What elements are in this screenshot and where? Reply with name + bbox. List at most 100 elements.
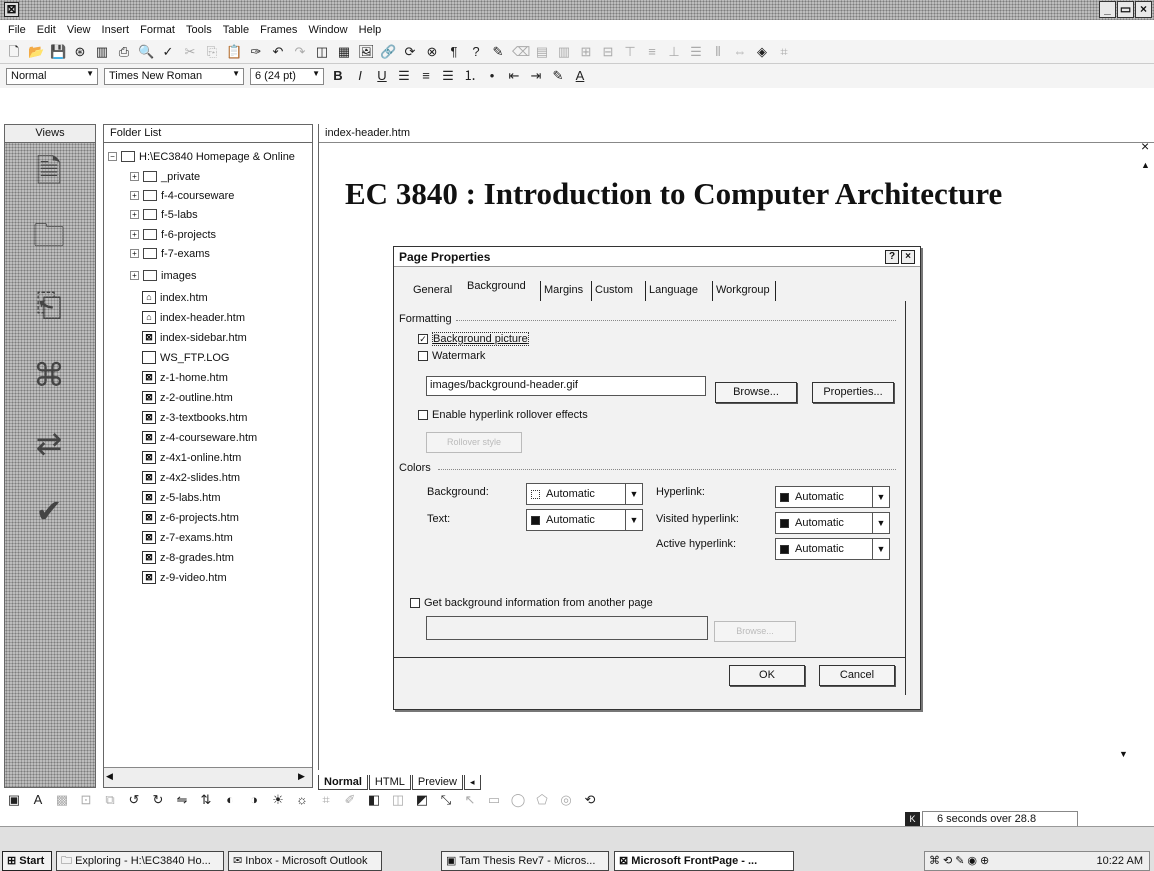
new-page-icon[interactable]: 🗋 (6, 44, 22, 60)
menu-edit[interactable]: Edit (33, 20, 60, 36)
expand-icon[interactable]: + (130, 249, 139, 258)
task-exploring[interactable]: 🗀 Exploring - H:\EC3840 Ho... (56, 851, 224, 871)
fill-color-icon[interactable]: ◈ (754, 44, 770, 60)
refresh-icon[interactable]: ⟳ (402, 44, 418, 60)
italic-icon[interactable]: I (352, 68, 368, 84)
align-bottom-icon[interactable]: ⊥ (666, 44, 682, 60)
page-heading[interactable]: EC 3840 : Introduction to Computer Archi… (345, 176, 1002, 212)
rollover-style-button[interactable]: Rollover style (426, 432, 522, 453)
cancel-button[interactable]: Cancel (819, 665, 895, 686)
close-dialog-button[interactable]: × (901, 250, 915, 264)
spelling-icon[interactable]: ✓ (160, 44, 176, 60)
tree-folder[interactable]: + f-6-projects (130, 225, 216, 244)
print-icon[interactable]: ⎙ (116, 44, 132, 60)
expand-icon[interactable]: + (130, 230, 139, 239)
menu-format[interactable]: Format (136, 20, 179, 36)
maximize-button[interactable]: ▭ (1117, 1, 1134, 18)
watermark-checkbox[interactable]: Watermark (418, 350, 485, 362)
expand-icon[interactable]: + (130, 210, 139, 219)
expand-icon[interactable]: + (130, 191, 139, 200)
contrast-up-icon[interactable]: ◐ (222, 792, 238, 808)
merge-cells-icon[interactable]: ⊞ (578, 44, 594, 60)
rollover-checkbox[interactable]: Enable hyperlink rollover effects (418, 409, 588, 421)
folders-view-icon[interactable]: 🗀 (29, 215, 69, 255)
page-view-icon[interactable]: 🗎 (29, 151, 69, 191)
eraser-icon[interactable]: ⌫ (512, 44, 530, 60)
transparent-icon[interactable]: ✐ (342, 792, 358, 808)
expand-icon[interactable]: + (130, 271, 139, 280)
help-button[interactable]: ? (885, 250, 899, 264)
distribute-rows-icon[interactable]: ☰ (688, 44, 704, 60)
tree-folder[interactable]: + f-7-exams (130, 244, 210, 263)
position-icon[interactable]: ⊡ (78, 792, 94, 808)
background-picture-checkbox[interactable]: ✓ Background picture (418, 332, 529, 346)
style-select[interactable]: Normal ▼ (6, 67, 98, 85)
undo-icon[interactable]: ↶ (270, 44, 286, 60)
navigation-view-icon[interactable]: ⌘ (29, 355, 69, 395)
crop-icon[interactable]: ⌗ (318, 792, 334, 808)
highlight-icon[interactable]: ✎ (550, 68, 566, 84)
brightness-up-icon[interactable]: ☀ (270, 792, 286, 808)
visited-hyperlink-color-select[interactable]: Automatic ▼ (775, 512, 890, 534)
tree-file[interactable]: ⊠ z-4x2-slides.htm (142, 468, 240, 487)
tab-workgroup[interactable]: Workgroup (712, 281, 776, 301)
tree-file[interactable]: ⊠ z-2-outline.htm (142, 388, 233, 407)
clock[interactable]: 10:22 AM (1097, 852, 1143, 870)
align-middle-icon[interactable]: ≡ (644, 44, 660, 60)
menu-frames[interactable]: Frames (256, 20, 301, 36)
reports-view-icon[interactable]: ⎗ (29, 285, 69, 325)
tab-margins[interactable]: Margins (540, 281, 586, 301)
collapse-icon[interactable]: − (108, 152, 117, 161)
tray-icons[interactable]: ⌘⟲✎◉⊕ (929, 855, 992, 867)
menu-tools[interactable]: Tools (182, 20, 216, 36)
tab-preview[interactable]: Preview (411, 775, 463, 790)
tree-file[interactable]: ⊠ z-6-projects.htm (142, 508, 239, 527)
table-row-icon[interactable]: ▤ (534, 44, 550, 60)
active-hyperlink-color-select[interactable]: Automatic ▼ (775, 538, 890, 560)
pencil-icon[interactable]: ✎ (490, 44, 506, 60)
properties-button[interactable]: Properties... (812, 382, 894, 403)
flip-horizontal-icon[interactable]: ⇋ (174, 792, 190, 808)
underline-icon[interactable]: U (374, 68, 390, 84)
menu-help[interactable]: Help (355, 20, 386, 36)
redo-icon[interactable]: ↷ (292, 44, 308, 60)
close-document-icon[interactable]: × (1141, 138, 1149, 154)
paste-icon[interactable]: 📋 (226, 44, 242, 60)
tree-file[interactable]: ⊠ z-8-grades.htm (142, 548, 234, 567)
editor-tab[interactable]: index-header.htm (319, 124, 1154, 143)
picture-icon[interactable]: ▣ (6, 792, 22, 808)
hyperlinks-view-icon[interactable]: ⇄ (29, 423, 69, 463)
black-white-icon[interactable]: ◧ (366, 792, 382, 808)
scroll-down-icon[interactable]: ▼ (1119, 749, 1128, 759)
tasks-view-icon[interactable]: ✔ (29, 491, 69, 531)
bullets-icon[interactable]: • (484, 68, 500, 84)
tree-file[interactable]: ⊠ z-7-exams.htm (142, 528, 233, 547)
hyperlink-icon[interactable]: 🔗 (380, 44, 396, 60)
format-painter-icon[interactable]: ✑ (248, 44, 264, 60)
split-cells-icon[interactable]: ⊟ (600, 44, 616, 60)
polygon-hotspot-icon[interactable]: ⬠ (534, 792, 550, 808)
menu-table[interactable]: Table (219, 20, 253, 36)
tab-background[interactable]: Background (464, 277, 529, 297)
circle-hotspot-icon[interactable]: ◯ (510, 792, 526, 808)
frontpage-app-icon[interactable]: ⊠ (4, 2, 19, 17)
task-frontpage[interactable]: ⊠ Microsoft FrontPage - ... (614, 851, 794, 871)
save-icon[interactable]: 💾 (50, 44, 66, 60)
tree-file[interactable]: ⊠ index-sidebar.htm (142, 328, 247, 347)
task-outlook[interactable]: ✉ Inbox - Microsoft Outlook (228, 851, 382, 871)
brightness-down-icon[interactable]: ☼ (294, 792, 310, 808)
tree-folder[interactable]: + _private (130, 167, 200, 186)
tree-folder[interactable]: + f-4-courseware (130, 186, 234, 205)
highlight-hotspot-icon[interactable]: ◎ (558, 792, 574, 808)
resample-icon[interactable]: ⤡ (438, 792, 454, 808)
tree-file[interactable]: WS_FTP.LOG (142, 348, 229, 367)
minimize-button[interactable]: _ (1099, 1, 1116, 18)
expand-icon[interactable]: + (130, 172, 139, 181)
wash-out-icon[interactable]: ◫ (390, 792, 406, 808)
hyperlink-color-select[interactable]: Automatic ▼ (775, 486, 890, 508)
scroll-right-icon[interactable]: ▶ (298, 771, 305, 782)
browse-button[interactable]: Browse... (715, 382, 797, 403)
help-icon[interactable]: ? (468, 44, 484, 60)
align-top-icon[interactable]: ⊤ (622, 44, 638, 60)
text-icon[interactable]: A (30, 792, 46, 808)
